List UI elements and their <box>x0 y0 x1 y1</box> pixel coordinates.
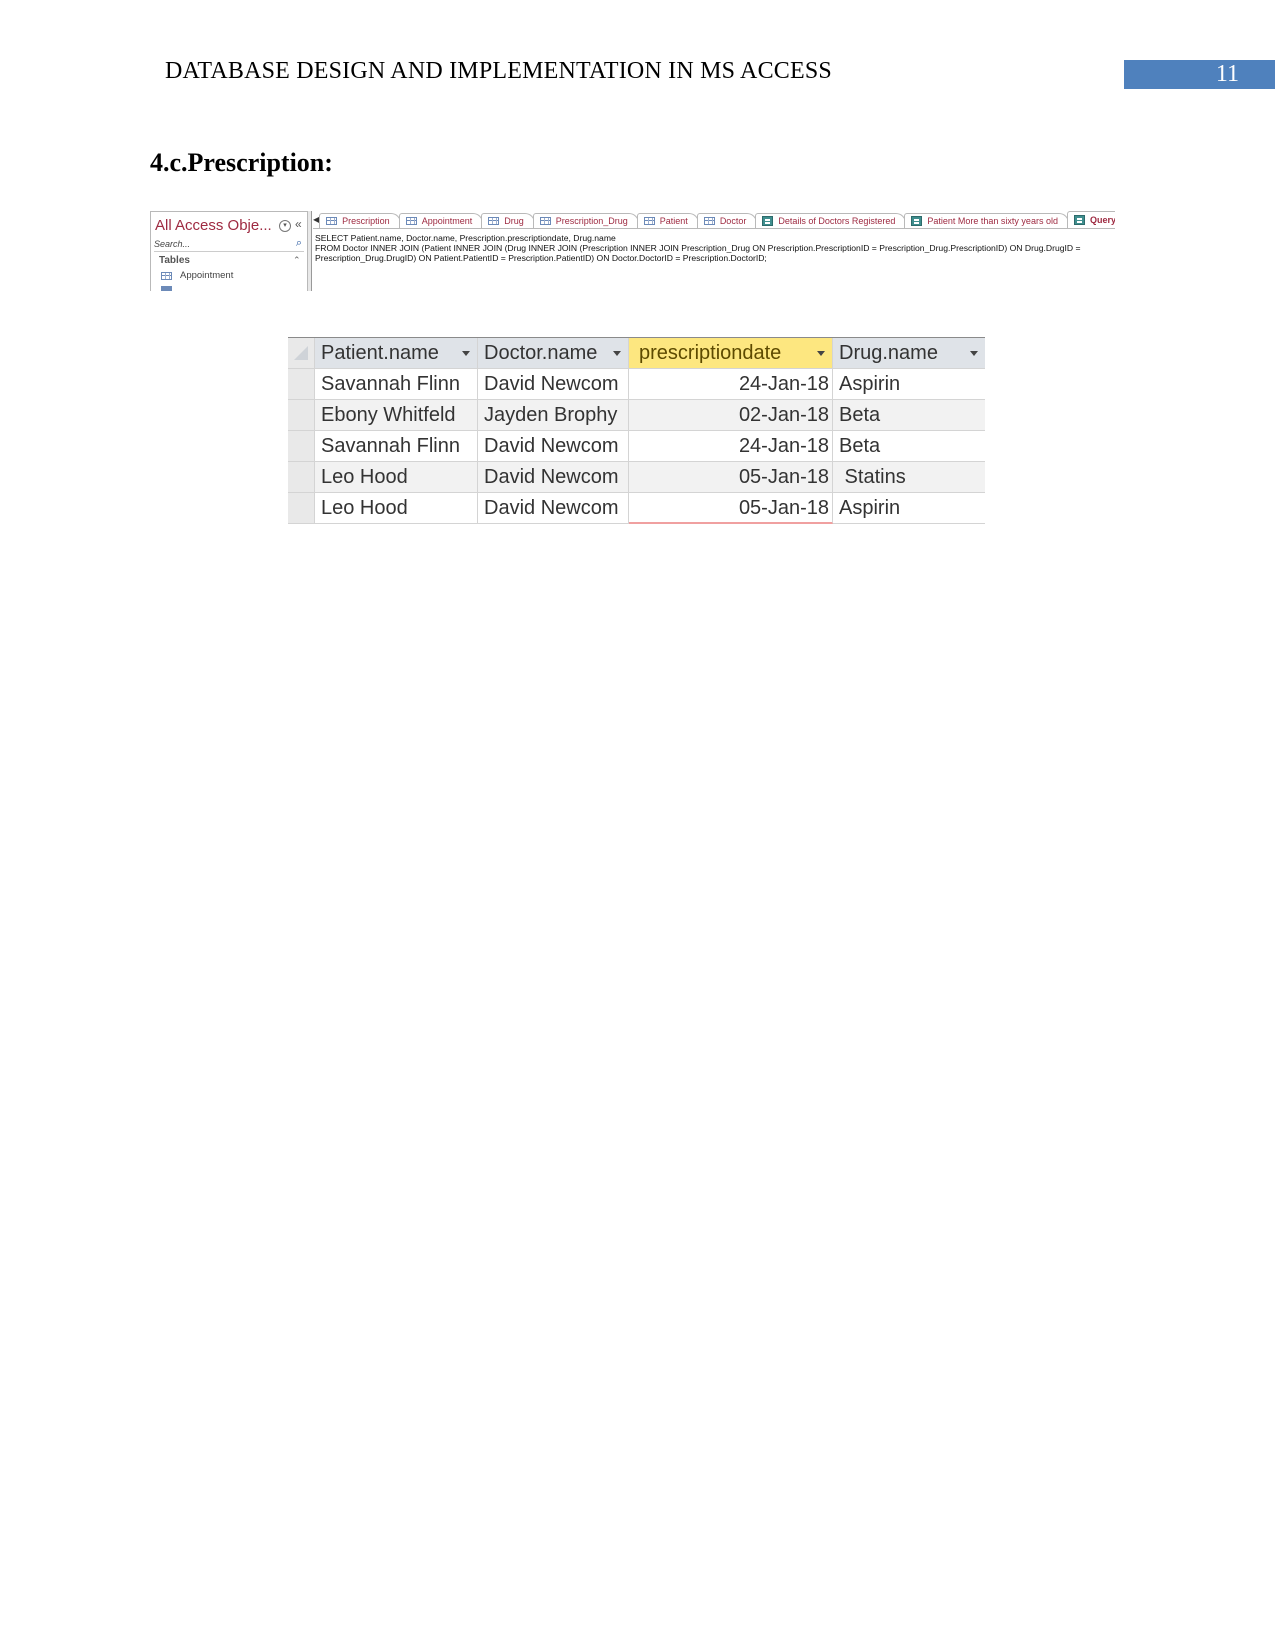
column-header-label: Patient.name <box>321 342 439 364</box>
tab-label: Doctor <box>719 216 747 226</box>
pane-splitter[interactable] <box>308 211 312 291</box>
nav-pane-title[interactable]: All Access Obje... <box>155 217 272 234</box>
select-all-button[interactable] <box>288 338 315 369</box>
cell-prescriptiondate[interactable]: 24-Jan-18 <box>629 431 833 462</box>
tab-query1[interactable]: Query1 <box>1066 211 1115 228</box>
nav-item-label: Appointment <box>180 270 234 281</box>
dropdown-arrow-icon[interactable] <box>613 351 621 356</box>
query-icon <box>911 216 923 226</box>
tab-doctor[interactable]: Doctor <box>696 213 758 228</box>
column-header-label: Doctor.name <box>484 342 598 364</box>
cell-drug-name[interactable]: Aspirin <box>833 493 985 524</box>
column-header-drug-name[interactable]: Drug.name <box>833 338 985 369</box>
tab-label: Prescription_Drug <box>555 216 628 226</box>
nav-item-appointment[interactable]: Appointment <box>161 270 233 281</box>
sql-editor[interactable]: SELECT Patient.name, Doctor.name, Prescr… <box>315 233 1081 264</box>
nav-menu-dropdown-icon[interactable]: ▾ <box>279 220 291 232</box>
row-selector[interactable] <box>288 493 315 524</box>
tab-appointment[interactable]: Appointment <box>398 213 484 228</box>
query-icon <box>1073 215 1085 225</box>
tab-drug[interactable]: Drug <box>481 213 535 228</box>
query-icon <box>762 216 774 226</box>
query-sql-view: ◀ Prescription Appointment Drug Prescrip… <box>313 211 1115 291</box>
cell-drug-name[interactable]: Beta <box>833 431 985 462</box>
cell-doctor-name[interactable]: David Newcom <box>478 493 629 524</box>
column-header-label: prescriptiondate <box>639 342 782 364</box>
dropdown-arrow-icon[interactable] <box>462 351 470 356</box>
nav-search-placeholder: Search... <box>154 239 191 249</box>
tab-patient[interactable]: Patient <box>636 213 699 228</box>
cell-doctor-name[interactable]: David Newcom <box>478 431 629 462</box>
cell-patient-name[interactable]: Ebony Whitfeld <box>315 400 478 431</box>
cell-patient-name[interactable]: Savannah Flinn <box>315 431 478 462</box>
column-header-label: Drug.name <box>839 342 938 364</box>
column-header-doctor-name[interactable]: Doctor.name <box>478 338 629 369</box>
table-row: Savannah Flinn David Newcom 24-Jan-18 As… <box>288 369 985 400</box>
row-selector[interactable] <box>288 462 315 493</box>
cell-prescriptiondate[interactable]: 05-Jan-18 <box>629 462 833 493</box>
cell-patient-name[interactable]: Leo Hood <box>315 493 478 524</box>
dropdown-arrow-icon[interactable] <box>817 351 825 356</box>
datasheet-body: Savannah Flinn David Newcom 24-Jan-18 As… <box>288 369 985 524</box>
chevron-up-icon[interactable]: ⌃ <box>293 255 301 266</box>
table-icon <box>539 217 551 225</box>
tab-patient-more-than-sixty[interactable]: Patient More than sixty years old <box>904 213 1069 228</box>
column-header-patient-name[interactable]: Patient.name <box>315 338 478 369</box>
cell-prescriptiondate[interactable]: 02-Jan-18 <box>629 400 833 431</box>
tab-prescription[interactable]: Prescription <box>319 213 401 228</box>
row-selector[interactable] <box>288 369 315 400</box>
access-query-screenshot: All Access Obje... ▾ « Search... ⌕ Table… <box>150 211 1115 291</box>
cell-doctor-name[interactable]: Jayden Brophy <box>478 400 629 431</box>
sql-line: Prescription_Drug.DrugID) ON Patient.Pat… <box>315 253 767 264</box>
tab-label: Appointment <box>421 216 473 226</box>
document-tab-bar: ◀ Prescription Appointment Drug Prescrip… <box>313 211 1115 229</box>
cell-drug-name[interactable]: Statins <box>833 462 985 493</box>
row-selector[interactable] <box>288 400 315 431</box>
table-icon <box>405 217 417 225</box>
collapse-pane-icon[interactable]: « <box>295 217 302 231</box>
query-results-datasheet: Patient.name Doctor.name prescriptiondat… <box>288 337 985 524</box>
tab-label: Prescription <box>342 216 390 226</box>
table-icon <box>161 286 172 291</box>
table-icon <box>703 217 715 225</box>
tab-label: Query1 <box>1089 215 1115 225</box>
table-row: Ebony Whitfeld Jayden Brophy 02-Jan-18 B… <box>288 400 985 431</box>
row-selector[interactable] <box>288 431 315 462</box>
sql-line: SELECT Patient.name, Doctor.name, Prescr… <box>315 233 616 243</box>
dropdown-arrow-icon[interactable] <box>970 351 978 356</box>
table-icon <box>643 217 655 225</box>
column-header-prescriptiondate[interactable]: prescriptiondate <box>629 338 833 369</box>
cell-patient-name[interactable]: Savannah Flinn <box>315 369 478 400</box>
navigation-pane: All Access Obje... ▾ « Search... ⌕ Table… <box>150 211 308 291</box>
sql-line: FROM Doctor INNER JOIN (Patient INNER JO… <box>315 243 1081 254</box>
section-heading: 4.c.Prescription: <box>150 148 333 177</box>
table-icon <box>326 217 338 225</box>
table-row: Leo Hood David Newcom 05-Jan-18 Statins <box>288 462 985 493</box>
cell-patient-name[interactable]: Leo Hood <box>315 462 478 493</box>
tab-label: Patient More than sixty years old <box>927 216 1058 226</box>
search-icon[interactable]: ⌕ <box>296 237 302 250</box>
datasheet-header-row: Patient.name Doctor.name prescriptiondat… <box>288 338 985 369</box>
cell-drug-name[interactable]: Beta <box>833 400 985 431</box>
running-header: DATABASE DESIGN AND IMPLEMENTATION IN MS… <box>165 58 832 84</box>
cell-prescriptiondate[interactable]: 05-Jan-18 <box>629 493 833 524</box>
table-icon <box>488 217 500 225</box>
page-number: 11 <box>1124 60 1275 89</box>
cell-doctor-name[interactable]: David Newcom <box>478 462 629 493</box>
nav-search-input[interactable]: Search... ⌕ <box>154 237 304 252</box>
tab-label: Drug <box>504 216 524 226</box>
cell-drug-name[interactable]: Aspirin <box>833 369 985 400</box>
tab-prescription-drug[interactable]: Prescription_Drug <box>532 213 639 228</box>
table-icon <box>161 271 172 280</box>
tab-label: Details of Doctors Registered <box>778 216 896 226</box>
cell-prescriptiondate[interactable]: 24-Jan-18 <box>629 369 833 400</box>
tab-label: Patient <box>659 216 688 226</box>
table-row: Savannah Flinn David Newcom 24-Jan-18 Be… <box>288 431 985 462</box>
cell-doctor-name[interactable]: David Newcom <box>478 369 629 400</box>
nav-group-tables[interactable]: Tables <box>159 255 190 266</box>
tab-details-of-doctors-registered[interactable]: Details of Doctors Registered <box>755 213 907 228</box>
table-row: Leo Hood David Newcom 05-Jan-18 Aspirin <box>288 493 985 524</box>
